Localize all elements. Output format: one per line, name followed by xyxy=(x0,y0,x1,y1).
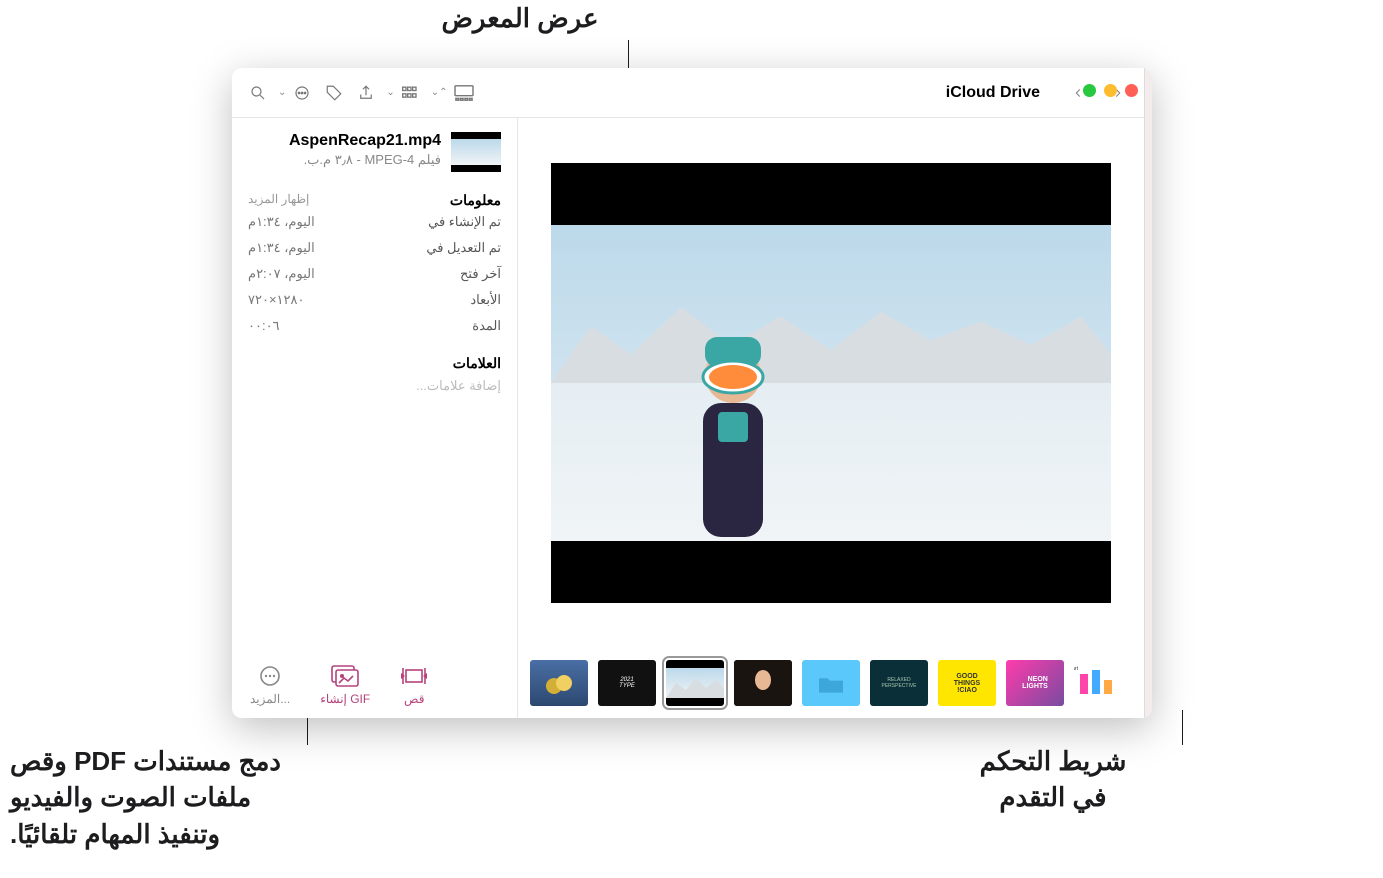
sidebar-header-favorites: المفضلة xyxy=(1144,204,1152,226)
preview-large xyxy=(518,118,1144,648)
sidebar-header-icloud: iCloud xyxy=(1144,116,1152,138)
sidebar-item-recents[interactable]: الحديثة xyxy=(1144,252,1152,278)
thumbnail[interactable] xyxy=(734,660,792,706)
toolbar: iCloud Drive ⌃⌄ ⌄ xyxy=(232,68,1144,118)
chevron-down-icon: ⌄ xyxy=(278,87,286,98)
sidebar-tag-red[interactable]: أحمر xyxy=(1144,442,1152,468)
group-button[interactable] xyxy=(397,79,425,107)
info-panel: AspenRecap21.mp4 فيلم MPEG-4 - ٣٫٨ م.ب. … xyxy=(232,118,517,718)
quick-actions: المزيد... إنشاء GIF قص xyxy=(250,664,428,706)
more-actions-button[interactable]: المزيد... xyxy=(250,664,290,706)
svg-text:chart: chart xyxy=(1074,666,1079,672)
search-button[interactable] xyxy=(244,79,272,107)
main-area: iCloud Drive ⌃⌄ ⌄ xyxy=(232,68,1144,718)
chevron-down-icon: ⌄ xyxy=(386,87,394,98)
sidebar-item-downloads[interactable]: التنزيلات xyxy=(1144,372,1152,398)
more-icon xyxy=(256,664,284,688)
annotation-gallery-view: عرض المعرض xyxy=(390,0,650,36)
thumbnail[interactable]: NEONLIGHTS xyxy=(1006,660,1064,706)
info-label: الأبعاد xyxy=(470,292,501,308)
annotation-line xyxy=(1182,710,1183,745)
create-gif-button[interactable]: إنشاء GIF xyxy=(320,664,370,706)
sidebar-tag-blue[interactable]: أزرق xyxy=(1144,546,1152,572)
qa-label: قص xyxy=(404,692,424,706)
trim-button[interactable]: قص xyxy=(400,664,428,706)
tags-button[interactable] xyxy=(320,79,348,107)
actions-button[interactable] xyxy=(288,79,316,107)
thumbnail-selected[interactable] xyxy=(666,660,724,706)
thumbnail[interactable]: chart xyxy=(1074,660,1132,706)
info-row-duration: المدة ٠٠:٠٦ xyxy=(248,313,501,339)
thumbnail[interactable] xyxy=(530,660,588,706)
gallery-view-button[interactable] xyxy=(450,79,478,107)
sidebar-tag-green[interactable]: أخضر xyxy=(1144,520,1152,546)
info-row-dimensions: الأبعاد ١٢٨٠×٧٢٠ xyxy=(248,287,501,313)
sidebar-item-airdrop[interactable]: AirDrop xyxy=(1144,226,1152,252)
preview-pane: chart NEONLIGHTS GOODTHINGSCIAO! RELAXED… xyxy=(517,118,1144,718)
window-controls xyxy=(1083,84,1138,97)
info-value: ٠٠:٠٦ xyxy=(248,318,280,334)
sidebar-item-desktop[interactable]: سطح المكتب xyxy=(1144,304,1152,346)
video-preview[interactable] xyxy=(551,163,1111,603)
thumbnail-strip[interactable]: chart NEONLIGHTS GOODTHINGSCIAO! RELAXED… xyxy=(518,648,1144,718)
window-title: iCloud Drive xyxy=(946,84,1040,102)
minimize-button[interactable] xyxy=(1104,84,1117,97)
info-row-modified: تم التعديل في اليوم، ١:٣٤م xyxy=(248,235,501,261)
sidebar-tag-yellow[interactable]: أصفر xyxy=(1144,494,1152,520)
fullscreen-button[interactable] xyxy=(1083,84,1096,97)
share-button[interactable] xyxy=(352,79,380,107)
info-value: اليوم، ١:٣٤م xyxy=(248,214,315,230)
file-type: فيلم MPEG-4 - ٣٫٨ م.ب. xyxy=(289,152,441,168)
info-label: المدة xyxy=(472,318,501,334)
info-value: اليوم، ٢:٠٧م xyxy=(248,266,315,282)
chevron-icon: ⌃⌄ xyxy=(431,87,448,98)
thumbnail[interactable] xyxy=(802,660,860,706)
thumbnail[interactable]: 2021TYPE xyxy=(598,660,656,706)
sidebar-header-tags: العلامات xyxy=(1144,420,1152,442)
qa-label: إنشاء GIF xyxy=(320,692,370,706)
close-button[interactable] xyxy=(1125,84,1138,97)
info-label: تم التعديل في xyxy=(426,240,501,256)
thumbnail[interactable]: GOODTHINGSCIAO! xyxy=(938,660,996,706)
info-row-last-opened: آخر فتح اليوم، ٢:٠٧م xyxy=(248,261,501,287)
annotation-more-actions: دمج مستندات PDF وقص ملفات الصوت والفيديو… xyxy=(10,743,310,852)
info-label: آخر فتح xyxy=(460,266,501,282)
sidebar: iCloud iCloud Drive مشترك المفضلة AirDro… xyxy=(1144,68,1152,718)
annotation-scrub-bar: شريط التحكم في التقدم xyxy=(953,743,1153,816)
sidebar-header-locations: المواقع xyxy=(1144,398,1152,420)
info-value: اليوم، ١:٣٤م xyxy=(248,240,315,256)
qa-label: المزيد... xyxy=(250,692,290,706)
trim-icon xyxy=(400,664,428,688)
gif-icon xyxy=(331,664,359,688)
sidebar-item-documents[interactable]: المستندات xyxy=(1144,346,1152,372)
show-more-link[interactable]: إظهار المزيد xyxy=(248,192,309,206)
finder-window: iCloud iCloud Drive مشترك المفضلة AirDro… xyxy=(232,68,1152,718)
tags-section-title: العلامات xyxy=(248,355,501,372)
info-value: ١٢٨٠×٧٢٠ xyxy=(248,292,304,308)
info-label: تم الإنشاء في xyxy=(428,214,501,230)
info-row-created: تم الإنشاء في اليوم، ١:٣٤م xyxy=(248,209,501,235)
sidebar-item-applications[interactable]: التطبيقات xyxy=(1144,278,1152,304)
sidebar-tag-orange[interactable]: برتقالي xyxy=(1144,468,1152,494)
add-tags-field[interactable]: إضافة علامات... xyxy=(248,378,501,394)
thumbnail[interactable]: RELAXEDPERSPECTIVE xyxy=(870,660,928,706)
sidebar-item-shared[interactable]: مشترك xyxy=(1144,178,1152,204)
file-name: AspenRecap21.mp4 xyxy=(289,132,441,150)
content-row: chart NEONLIGHTS GOODTHINGSCIAO! RELAXED… xyxy=(232,118,1144,718)
sidebar-tag-purple[interactable]: أرجواني xyxy=(1144,572,1152,598)
file-thumbnail xyxy=(451,132,501,172)
